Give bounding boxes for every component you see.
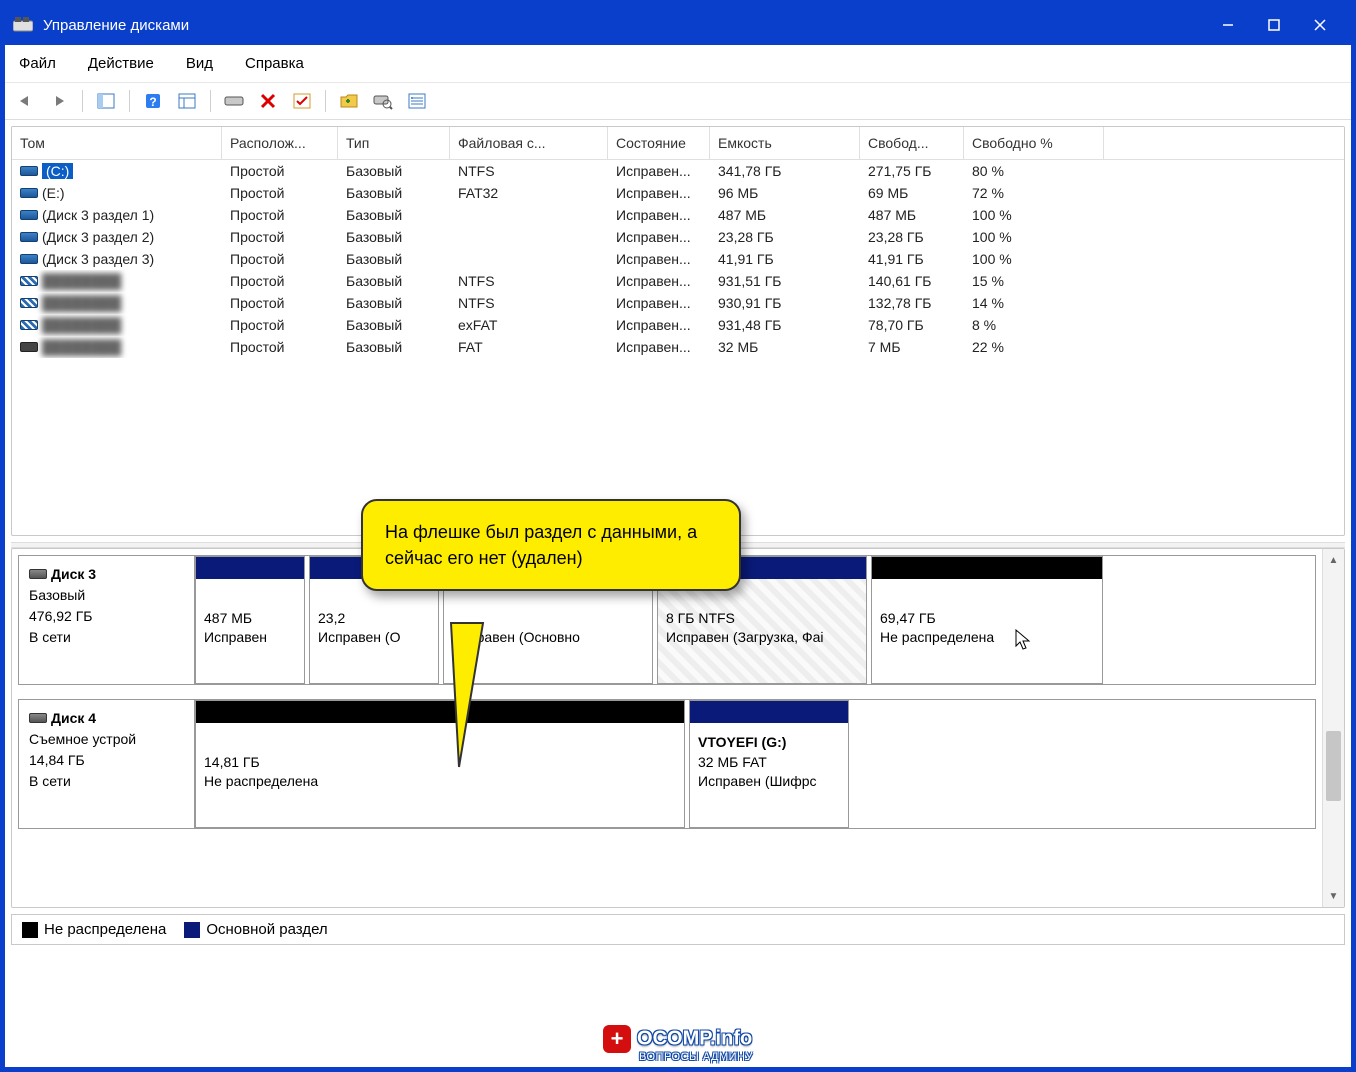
scrollbar[interactable]: ▲ ▼ [1322,549,1344,907]
back-button[interactable] [11,87,39,115]
forward-button[interactable] [45,87,73,115]
col-status[interactable]: Состояние [608,127,710,159]
volume-icon [20,166,38,176]
menubar: Файл Действие Вид Справка [5,45,1351,83]
table-body: (C:)ПростойБазовыйNTFSИсправен...341,78 … [12,160,1344,358]
volume-icon [20,276,38,286]
panel-button[interactable] [92,87,120,115]
search-disk-button[interactable] [369,87,397,115]
maximize-button[interactable] [1251,7,1297,43]
volume-icon [20,188,38,198]
app-icon [13,15,33,35]
table-row[interactable]: (C:)ПростойБазовыйNTFSИсправен...341,78 … [12,160,1344,182]
cursor-icon [1015,629,1033,656]
disk-label[interactable]: Диск 4Съемное устрой14,84 ГБВ сети [19,700,195,828]
volume-table: Том Располож... Тип Файловая с... Состоя… [11,126,1345,536]
scroll-up[interactable]: ▲ [1323,549,1344,571]
partition[interactable]: 487 МБИсправен [195,556,305,684]
disk-map: Диск 3Базовый476,92 ГБВ сети487 МБИсправ… [11,548,1345,908]
callout-text: На флешке был раздел с данными, а сейчас… [361,499,741,591]
separator [325,90,326,112]
menu-file[interactable]: Файл [15,51,60,76]
disk-label[interactable]: Диск 3Базовый476,92 ГБВ сети [19,556,195,684]
col-volume[interactable]: Том [12,127,222,159]
delete-button[interactable] [254,87,282,115]
volume-icon [20,342,38,352]
check-button[interactable] [288,87,316,115]
legend-unallocated: Не распределена [44,921,166,938]
watermark-plus-icon: + [603,1025,631,1053]
volume-icon [20,232,38,242]
menu-action[interactable]: Действие [84,51,158,76]
table-row[interactable]: ████████ПростойБазовыйFATИсправен...32 М… [12,336,1344,358]
col-layout[interactable]: Располож... [222,127,338,159]
list-button[interactable] [403,87,431,115]
swatch-primary [184,922,200,938]
menu-view[interactable]: Вид [182,51,217,76]
disk-icon [29,569,47,579]
col-capacity[interactable]: Емкость [710,127,860,159]
table-header: Том Располож... Тип Файловая с... Состоя… [12,127,1344,160]
help-button[interactable]: ? [139,87,167,115]
separator [82,90,83,112]
volume-icon [20,320,38,330]
volume-icon [20,210,38,220]
props-button[interactable] [173,87,201,115]
watermark: + OCOMP.info ВОПРОСЫ АДМИНУ [603,1025,753,1063]
table-row[interactable]: (Диск 3 раздел 1)ПростойБазовыйИсправен.… [12,204,1344,226]
volume-icon [20,254,38,264]
callout: На флешке был раздел с данными, а сейчас… [361,499,741,591]
folder-button[interactable] [335,87,363,115]
disk-row[interactable]: Диск 4Съемное устрой14,84 ГБВ сети14,81 … [18,699,1316,829]
table-row[interactable]: ████████ПростойБазовыйexFATИсправен...93… [12,314,1344,336]
minimize-button[interactable] [1205,7,1251,43]
col-fs[interactable]: Файловая с... [450,127,608,159]
menu-help[interactable]: Справка [241,51,308,76]
scroll-down[interactable]: ▼ [1323,885,1344,907]
disk-icon [29,713,47,723]
table-row[interactable]: ████████ПростойБазовыйNTFSИсправен...931… [12,270,1344,292]
table-row[interactable]: (Диск 3 раздел 3)ПростойБазовыйИсправен.… [12,248,1344,270]
scroll-thumb[interactable] [1326,731,1341,801]
col-free[interactable]: Свобод... [860,127,964,159]
partition[interactable]: 14,81 ГБНе распределена [195,700,685,828]
col-freepct[interactable]: Свободно % [964,127,1104,159]
disk-button[interactable] [220,87,248,115]
separator [129,90,130,112]
table-row[interactable]: (Диск 3 раздел 2)ПростойБазовыйИсправен.… [12,226,1344,248]
col-type[interactable]: Тип [338,127,450,159]
titlebar: Управление дисками [5,5,1351,45]
legend: Не распределена Основной раздел [11,914,1345,945]
window-title: Управление дисками [43,17,1205,34]
partition[interactable]: 69,47 ГБНе распределена [871,556,1103,684]
partition[interactable]: VTOYEFI (G:)32 МБ FATИсправен (Шифрс [689,700,849,828]
close-button[interactable] [1297,7,1343,43]
table-row[interactable]: ████████ПростойБазовыйNTFSИсправен...930… [12,292,1344,314]
legend-primary: Основной раздел [206,921,327,938]
swatch-unallocated [22,922,38,938]
watermark-text: OCOMP.info [637,1028,752,1050]
svg-text:?: ? [149,95,156,109]
volume-icon [20,298,38,308]
table-row[interactable]: (E:)ПростойБазовыйFAT32Исправен...96 МБ6… [12,182,1344,204]
toolbar: ? [5,83,1351,120]
separator [210,90,211,112]
watermark-sub: ВОПРОСЫ АДМИНУ [639,1051,753,1063]
